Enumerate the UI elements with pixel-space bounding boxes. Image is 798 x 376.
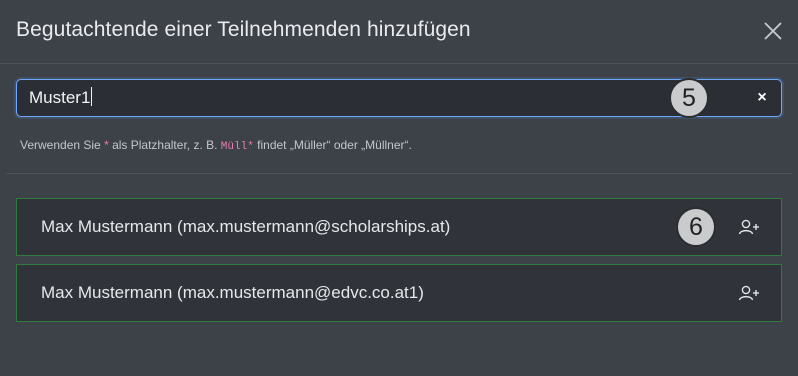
result-row[interactable]: Max Mustermann (max.mustermann@scholarsh… [16,198,782,256]
search-field[interactable]: Muster1 × [16,79,782,117]
add-user-icon[interactable] [738,284,760,302]
step-marker-6: 6 [676,207,716,247]
dialog-header: Begutachtende einer Teilnehmenden hinzuf… [0,0,798,64]
search-input[interactable]: Muster1 [29,80,669,116]
result-label: Max Mustermann (max.mustermann@edvc.co.a… [41,283,424,302]
search-hint: Verwenden Sie * als Platzhalter, z. B. M… [20,138,412,153]
close-icon[interactable] [762,20,784,42]
clear-icon[interactable]: × [753,89,771,107]
result-row[interactable]: Max Mustermann (max.mustermann@edvc.co.a… [16,264,782,322]
step-marker-5: 5 [669,78,709,118]
add-user-icon[interactable] [738,218,760,236]
divider [6,173,792,174]
result-label: Max Mustermann (max.mustermann@scholarsh… [41,217,451,236]
dialog-title: Begutachtende einer Teilnehmenden hinzuf… [16,18,471,41]
add-reviewer-dialog: Begutachtende einer Teilnehmenden hinzuf… [0,0,798,376]
